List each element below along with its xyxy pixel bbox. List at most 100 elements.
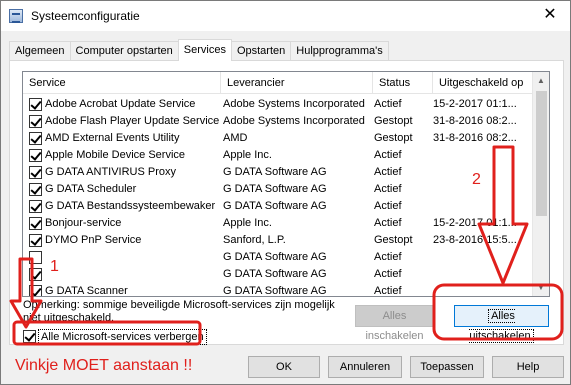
service-name: G DATA Scheduler	[45, 183, 137, 195]
tab-opstarten[interactable]: Opstarten	[230, 41, 292, 61]
service-checkbox[interactable]	[29, 251, 42, 264]
service-status: Actief	[374, 200, 402, 212]
table-row[interactable]: Apple Mobile Device Service Apple Inc. Act…	[23, 147, 533, 164]
enable-all-button[interactable]: Alles inschakelen	[355, 305, 434, 342]
apply-button[interactable]: Toepassen	[410, 356, 484, 378]
scroll-down-icon[interactable]: ▼	[533, 279, 549, 296]
service-name	[45, 249, 220, 266]
service-checkbox[interactable]	[29, 132, 42, 145]
service-checkbox[interactable]	[29, 98, 42, 111]
service-vendor: Apple Inc.	[223, 217, 272, 229]
service-name	[45, 266, 220, 283]
service-checkbox[interactable]	[29, 217, 42, 230]
list-header: Service Leverancier Status Uitgeschakeld…	[23, 72, 533, 94]
service-status: Actief	[374, 183, 402, 195]
column-header-status[interactable]: Status	[373, 72, 433, 94]
column-header-vendor[interactable]: Leverancier	[221, 72, 373, 94]
msconfig-icon	[9, 9, 23, 23]
service-vendor: G DATA Software AG	[223, 183, 327, 195]
service-checkbox[interactable]	[29, 115, 42, 128]
annotation-number-2: 2	[472, 171, 481, 188]
service-disabled-on: 23-8-2016 15:5...	[433, 234, 517, 246]
service-status: Actief	[374, 149, 402, 161]
service-vendor: Adobe Systems Incorporated	[223, 98, 365, 110]
help-button[interactable]: Help	[492, 356, 564, 378]
service-disabled-on	[433, 164, 533, 181]
table-row[interactable]: Adobe Flash Player Update Service Adobe S…	[23, 113, 533, 130]
column-header-service[interactable]: Service	[23, 72, 221, 94]
column-header-disabled-on[interactable]: Uitgeschakeld op	[433, 72, 533, 94]
table-row[interactable]: G DATA Software AG Actief	[23, 249, 533, 266]
tab-services[interactable]: Services	[177, 39, 232, 61]
service-status: Actief	[374, 285, 402, 297]
hide-ms-label[interactable]: Alle Microsoft-services verbergen	[38, 329, 207, 345]
service-checkbox[interactable]	[29, 268, 42, 281]
scroll-up-icon[interactable]: ▲	[533, 72, 549, 89]
service-vendor: G DATA Software AG	[223, 200, 327, 212]
service-name: DYMO PnP Service	[45, 234, 142, 246]
service-status: Actief	[374, 166, 402, 178]
service-status: Actief	[374, 251, 402, 263]
service-status: Actief	[374, 268, 402, 280]
system-config-window: Systeemconfiguratie ✕ Algemeen Computer …	[0, 0, 571, 385]
service-name: G DATA ANTIVIRUS Proxy	[45, 166, 177, 178]
table-row[interactable]: Bonjour-service Apple Inc. Actief 15-2-2017…	[23, 215, 533, 232]
table-row[interactable]: G DATA Scanner G DATA Software AG Actief	[23, 283, 533, 297]
tab-algemeen[interactable]: Algemeen	[9, 41, 71, 61]
service-disabled-on: 31-8-2016 08:2...	[433, 115, 517, 127]
table-row[interactable]: DYMO PnP Service Sanford, L.P. Gestopt 23-8…	[23, 232, 533, 249]
service-name: G DATA Bestandssysteembewaker	[45, 200, 216, 212]
service-name: G DATA Scanner	[45, 285, 128, 297]
note-text: Opmerking: sommige beveiligde Microsoft-…	[23, 299, 335, 324]
annotation-caption: Vinkje MOET aanstaan !!	[15, 357, 193, 374]
tab-strip: Algemeen Computer opstarten Services Ops…	[9, 39, 389, 61]
title-bar: Systeemconfiguratie ✕	[1, 1, 570, 31]
service-vendor: AMD	[223, 132, 248, 144]
service-disabled-on	[433, 249, 533, 266]
service-checkbox[interactable]	[29, 200, 42, 213]
scroll-thumb[interactable]	[536, 91, 547, 216]
table-row[interactable]: G DATA Software AG Actief	[23, 266, 533, 283]
ok-button[interactable]: OK	[248, 356, 320, 378]
service-status: Actief	[374, 98, 402, 110]
tab-computer-opstarten[interactable]: Computer opstarten	[69, 41, 179, 61]
service-name: Apple Mobile Device Service	[45, 149, 186, 161]
service-disabled-on: 31-8-2016 08:2...	[433, 132, 517, 144]
window-title: Systeemconfiguratie	[31, 9, 140, 23]
service-vendor: G DATA Software AG	[223, 166, 327, 178]
disable-all-button[interactable]: Alles uitschakelen	[454, 305, 549, 343]
service-disabled-on	[433, 147, 533, 164]
service-checkbox[interactable]	[29, 183, 42, 196]
close-button[interactable]: ✕	[530, 1, 570, 31]
service-name: Adobe Flash Player Update Service	[45, 115, 220, 127]
service-name: Adobe Acrobat Update Service	[45, 98, 196, 110]
service-disabled-on: 15-2-2017 01:1...	[433, 98, 517, 110]
service-vendor: G DATA Software AG	[223, 251, 327, 263]
service-checkbox[interactable]	[29, 285, 42, 296]
vertical-scrollbar[interactable]: ▲ ▼	[532, 72, 549, 296]
table-row[interactable]: G DATA Bestandssysteembewaker G DATA Soft…	[23, 198, 533, 215]
service-disabled-on	[433, 283, 533, 296]
service-status: Gestopt	[374, 115, 413, 127]
cancel-button[interactable]: Annuleren	[328, 356, 402, 378]
service-checkbox[interactable]	[29, 234, 42, 247]
service-status: Actief	[374, 217, 402, 229]
service-checkbox[interactable]	[29, 166, 42, 179]
disable-all-label: Alles uitschakelen	[469, 309, 534, 343]
service-name: Bonjour-service	[45, 217, 122, 229]
table-row[interactable]: G DATA Scheduler G DATA Software AG Actief	[23, 181, 533, 198]
table-row[interactable]: G DATA ANTIVIRUS Proxy G DATA Software AG…	[23, 164, 533, 181]
service-disabled-on	[433, 198, 533, 215]
table-row[interactable]: Adobe Acrobat Update Service Adobe System…	[23, 96, 533, 113]
service-vendor: G DATA Software AG	[223, 285, 327, 297]
hide-ms-checkbox[interactable]	[23, 330, 36, 343]
service-disabled-on	[433, 266, 533, 283]
service-status: Gestopt	[374, 234, 413, 246]
table-row[interactable]: AMD External Events Utility AMD Gestopt 31-…	[23, 130, 533, 147]
services-panel: Service Leverancier Status Uitgeschakeld…	[9, 60, 564, 345]
service-checkbox[interactable]	[29, 149, 42, 162]
tab-hulpprogrammas[interactable]: Hulpprogramma's	[290, 41, 389, 61]
services-list[interactable]: Service Leverancier Status Uitgeschakeld…	[22, 71, 550, 297]
service-rows: Adobe Acrobat Update Service Adobe System…	[23, 96, 533, 297]
service-disabled-on: 15-2-2017 01:1...	[433, 217, 517, 229]
